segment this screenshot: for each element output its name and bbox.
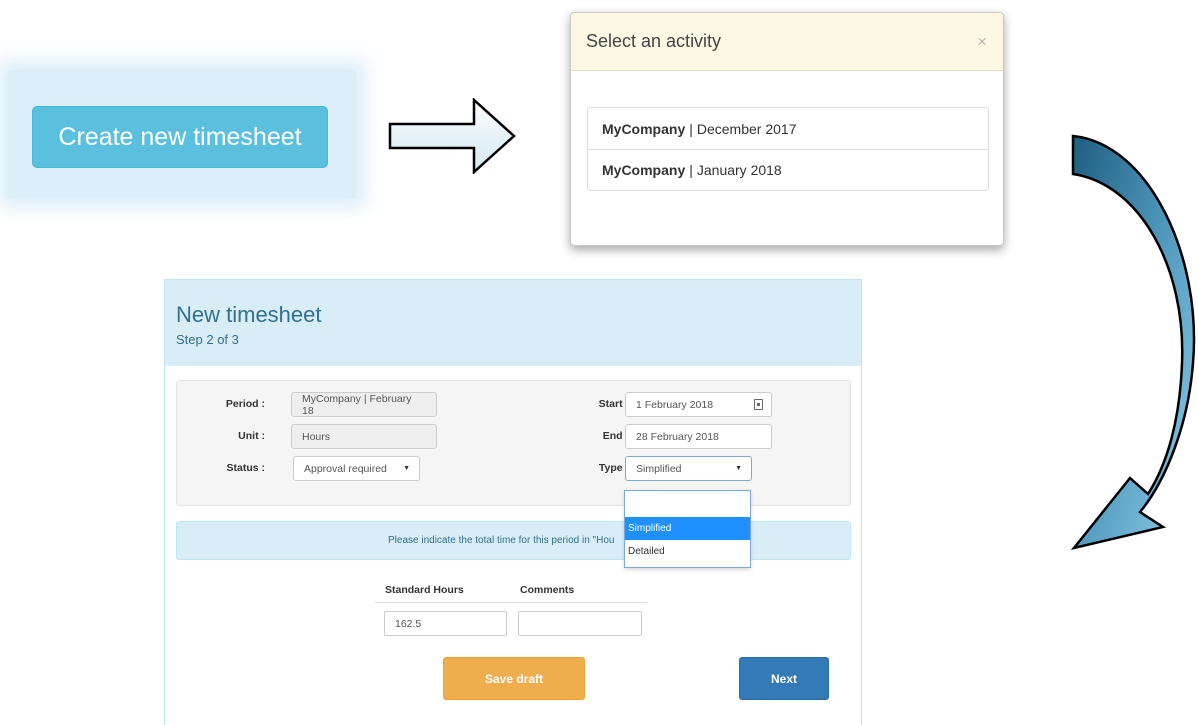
close-icon[interactable]: × — [977, 32, 987, 52]
type-option-simplified[interactable]: Simplified — [625, 517, 750, 540]
create-new-timesheet-button[interactable]: Create new timesheet — [32, 106, 328, 168]
type-option-detailed[interactable]: Detailed — [625, 540, 750, 563]
caret-down-icon: ▼ — [403, 465, 410, 472]
activity-item-december-2017[interactable]: MyCompany | December 2017 — [588, 108, 988, 149]
type-select[interactable]: Simplified ▼ — [625, 456, 752, 481]
type-value: Simplified — [636, 462, 682, 475]
standard-hours-input[interactable]: 162.5 — [384, 611, 507, 636]
start-date-value: 1 February 2018 — [636, 398, 714, 411]
arrow-right-icon — [388, 98, 516, 174]
status-select[interactable]: Approval required ▼ — [293, 456, 420, 481]
unit-field: Hours — [291, 424, 437, 449]
select-activity-modal: Select an activity × MyCompany | Decembe… — [570, 12, 1004, 246]
page-title: New timesheet — [176, 302, 322, 327]
caret-down-icon: ▼ — [735, 465, 742, 472]
comments-header: Comments — [520, 584, 575, 596]
activity-company: MyCompany — [602, 120, 686, 137]
start-label: Start : — [598, 398, 629, 410]
calendar-icon[interactable] — [754, 399, 763, 410]
type-dropdown-list: Simplified Detailed — [624, 490, 751, 568]
new-timesheet-panel: New timesheet Step 2 of 3 Period : MyCom… — [164, 279, 862, 725]
step-indicator: Step 2 of 3 — [176, 332, 239, 347]
end-date-input[interactable]: 28 February 2018 — [625, 424, 772, 449]
period-field: MyCompany | February 18 — [291, 392, 437, 417]
type-option-blank[interactable] — [625, 491, 750, 517]
next-button[interactable]: Next — [739, 657, 829, 700]
comments-input[interactable] — [518, 611, 642, 636]
type-label: Type : — [598, 462, 629, 474]
activity-item-january-2018[interactable]: MyCompany | January 2018 — [588, 149, 988, 190]
timesheet-settings-well: Period : MyCompany | February 18 Unit : … — [176, 380, 851, 506]
period-label: Period : — [225, 398, 265, 410]
save-draft-button[interactable]: Save draft — [443, 657, 585, 700]
status-label: Status : — [226, 462, 265, 474]
table-header-divider — [375, 602, 647, 603]
standard-hours-header: Standard Hours — [385, 584, 464, 596]
unit-label: Unit : — [238, 430, 265, 442]
activity-separator: | — [689, 120, 693, 137]
activity-company: MyCompany — [602, 162, 686, 178]
activity-period: January 2018 — [696, 162, 782, 178]
modal-title: Select an activity — [586, 31, 722, 51]
activity-separator: | — [689, 162, 693, 178]
activity-list: MyCompany | December 2017 MyCompany | Ja… — [587, 107, 989, 191]
end-label: End : — [602, 430, 629, 442]
curved-arrow-icon — [1070, 134, 1196, 551]
modal-header: Select an activity × — [571, 13, 1003, 71]
activity-period: December 2017 — [696, 120, 797, 137]
start-date-input[interactable]: 1 February 2018 — [625, 392, 772, 417]
panel-header: New timesheet Step 2 of 3 — [165, 280, 861, 366]
status-value: Approval required — [304, 462, 387, 475]
